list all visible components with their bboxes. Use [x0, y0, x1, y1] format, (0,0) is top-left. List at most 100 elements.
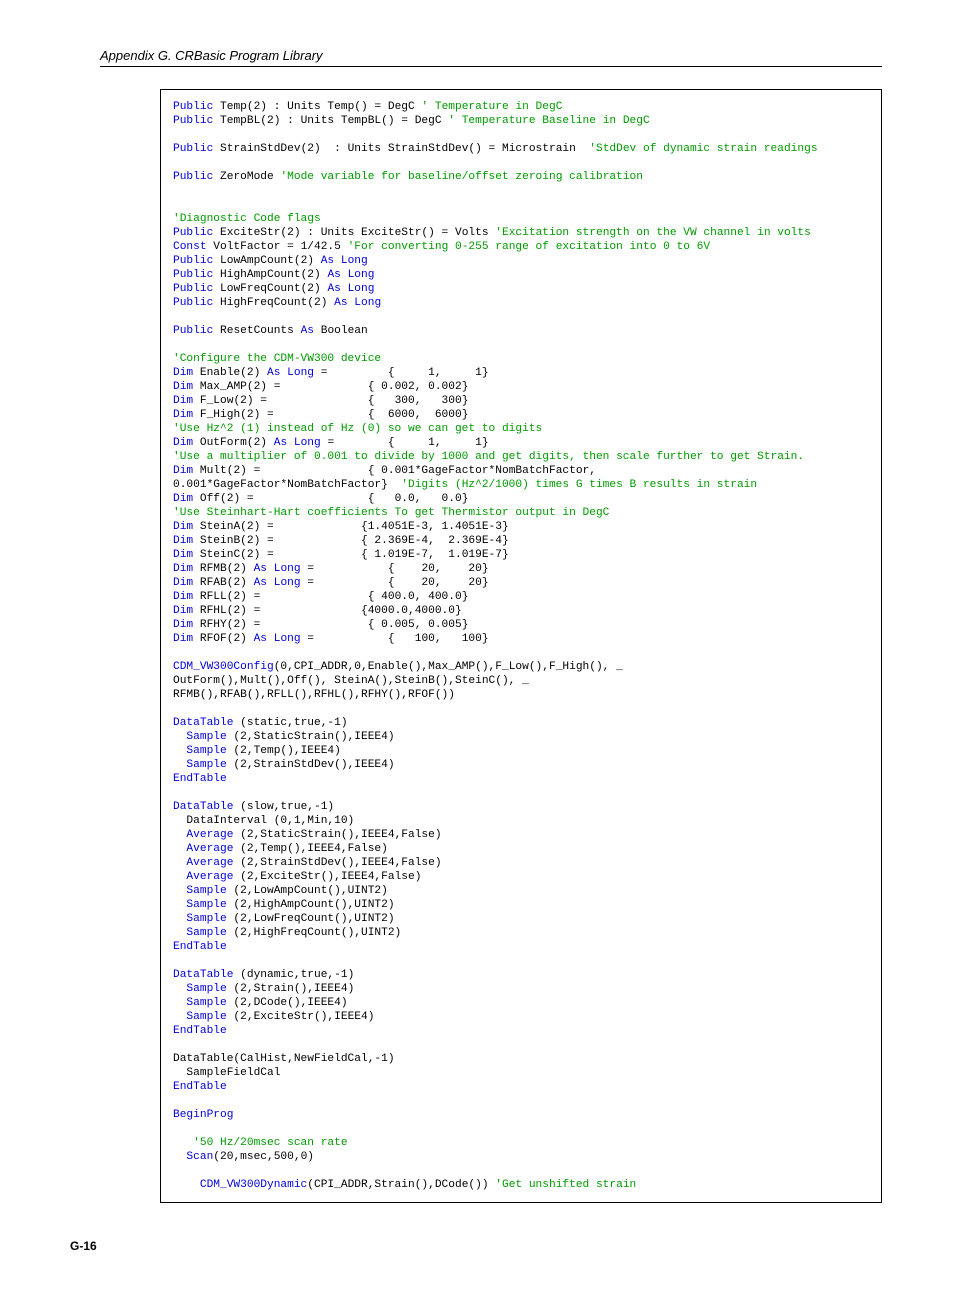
code-text: SteinC(2) = { 1.019E-7, 1.019E-7}	[193, 549, 509, 561]
fn: DataTable	[173, 969, 233, 981]
code-text: (2,StaticStrain(),IEEE4)	[227, 731, 395, 743]
code-text: (0,CPI_ADDR,0,Enable(),Max_AMP(),F_Low()…	[274, 661, 623, 673]
code-text: VoltFactor = 1/42.5	[207, 241, 348, 253]
code-text: RFLL(2) = { 400.0, 400.0}	[193, 591, 468, 603]
kw: Public	[173, 269, 213, 281]
fn: Sample	[173, 1011, 227, 1023]
kw: Dim	[173, 563, 193, 575]
comment: 'Use Steinhart-Hart coefficients To get …	[173, 507, 609, 519]
code-text: (CPI_ADDR,Strain(),DCode())	[307, 1179, 495, 1191]
fn: Average	[173, 871, 233, 883]
code-text: (20,msec,500,0)	[213, 1151, 314, 1163]
kw: Dim	[173, 633, 193, 645]
kw: As Long	[321, 255, 368, 267]
kw: As Long	[254, 563, 301, 575]
code-text: TempBL(2) : Units TempBL() = DegC	[213, 115, 448, 127]
kw: As Long	[254, 577, 301, 589]
code-text: = { 20, 20}	[301, 563, 489, 575]
kw: As Long	[327, 269, 374, 281]
code-text: RFHL(2) = {4000.0,4000.0}	[193, 605, 462, 617]
comment: 'Get unshifted strain	[495, 1179, 636, 1191]
fn: Sample	[173, 759, 227, 771]
code-text: SampleFieldCal	[173, 1067, 280, 1079]
comment: 'Digits (Hz^2/1000) times G times B resu…	[401, 479, 757, 491]
fn: Sample	[173, 913, 227, 925]
kw: Dim	[173, 395, 193, 407]
code-text: 0.001*GageFactor*NomBatchFactor}	[173, 479, 401, 491]
code-text: OutForm(),Mult(),Off(), SteinA(),SteinB(…	[173, 675, 529, 687]
fn: Average	[173, 857, 233, 869]
code-text: (slow,true,-1)	[233, 801, 334, 813]
code-text: RFMB(2)	[193, 563, 253, 575]
fn: Average	[173, 843, 233, 855]
fn: EndTable	[173, 773, 227, 785]
kw: Dim	[173, 367, 193, 379]
comment: ' Temperature Baseline in DegC	[448, 115, 649, 127]
fn: Sample	[173, 927, 227, 939]
fn: Average	[173, 829, 233, 841]
page-header: Appendix G. CRBasic Program Library	[100, 48, 882, 67]
kw: Dim	[173, 535, 193, 547]
kw: As Long	[274, 437, 321, 449]
code-text: ZeroMode	[213, 171, 280, 183]
code-text: (2,HighFreqCount(),UINT2)	[227, 927, 402, 939]
code-text: (2,LowAmpCount(),UINT2)	[227, 885, 388, 897]
fn: Scan	[173, 1151, 213, 1163]
fn: BeginProg	[173, 1109, 233, 1121]
comment: ' Temperature in DegC	[421, 101, 562, 113]
code-text: (2,Temp(),IEEE4,False)	[233, 843, 387, 855]
code-text: ExciteStr(2) : Units ExciteStr() = Volts	[213, 227, 495, 239]
code-text: Mult(2) = { 0.001*GageFactor*NomBatchFac…	[193, 465, 596, 477]
comment: 'Mode variable for baseline/offset zeroi…	[280, 171, 643, 183]
fn: Sample	[173, 983, 227, 995]
kw: Dim	[173, 465, 193, 477]
code-text: Max_AMP(2) = { 0.002, 0.002}	[193, 381, 468, 393]
code-text: = { 100, 100}	[301, 633, 489, 645]
code-text: SteinB(2) = { 2.369E-4, 2.369E-4}	[193, 535, 509, 547]
kw: Dim	[173, 521, 193, 533]
kw: Public	[173, 297, 213, 309]
comment: 'Excitation strength on the VW channel i…	[495, 227, 811, 239]
fn: Sample	[173, 745, 227, 757]
fn: Sample	[173, 899, 227, 911]
kw: Public	[173, 227, 213, 239]
code-text: Off(2) = { 0.0, 0.0}	[193, 493, 468, 505]
kw: Dim	[173, 619, 193, 631]
fn: EndTable	[173, 1081, 227, 1093]
kw: Dim	[173, 437, 193, 449]
kw: Public	[173, 115, 213, 127]
code-text: (2,DCode(),IEEE4)	[227, 997, 348, 1009]
code-text: StrainStdDev(2) : Units StrainStdDev() =…	[213, 143, 589, 155]
kw: Const	[173, 241, 207, 253]
kw: Public	[173, 143, 213, 155]
code-text: = { 20, 20}	[301, 577, 489, 589]
code-text: (2,StrainStdDev(),IEEE4)	[227, 759, 395, 771]
code-text: (2,Temp(),IEEE4)	[227, 745, 341, 757]
code-text: = { 1, 1}	[314, 367, 489, 379]
code-text: (2,LowFreqCount(),UINT2)	[227, 913, 395, 925]
code-text: RFOF(2)	[193, 633, 253, 645]
comment: '50 Hz/20msec scan rate	[173, 1137, 348, 1149]
code-text: SteinA(2) = {1.4051E-3, 1.4051E-3}	[193, 521, 509, 533]
code-text: LowFreqCount(2)	[213, 283, 327, 295]
comment: 'Configure the CDM-VW300 device	[173, 353, 381, 365]
kw: As Long	[254, 633, 301, 645]
code-text: (2,ExciteStr(),IEEE4)	[227, 1011, 375, 1023]
fn: DataTable	[173, 717, 233, 729]
code-text: (2,Strain(),IEEE4)	[227, 983, 355, 995]
code-listing: Public Temp(2) : Units Temp() = DegC ' T…	[160, 89, 882, 1203]
kw: Public	[173, 255, 213, 267]
code-text: LowAmpCount(2)	[213, 255, 320, 267]
code-text: OutForm(2)	[193, 437, 274, 449]
comment: 'Diagnostic Code flags	[173, 213, 321, 225]
fn: DataTable	[173, 801, 233, 813]
code-text: RFHY(2) = { 0.005, 0.005}	[193, 619, 468, 631]
comment: 'Use a multiplier of 0.001 to divide by …	[173, 451, 804, 463]
kw: Dim	[173, 591, 193, 603]
code-text: RFMB(),RFAB(),RFLL(),RFHL(),RFHY(),RFOF(…	[173, 689, 455, 701]
code-text: F_High(2) = { 6000, 6000}	[193, 409, 468, 421]
fn: Sample	[173, 731, 227, 743]
page-number: G-16	[70, 1239, 882, 1253]
kw: Dim	[173, 381, 193, 393]
fn: EndTable	[173, 941, 227, 953]
